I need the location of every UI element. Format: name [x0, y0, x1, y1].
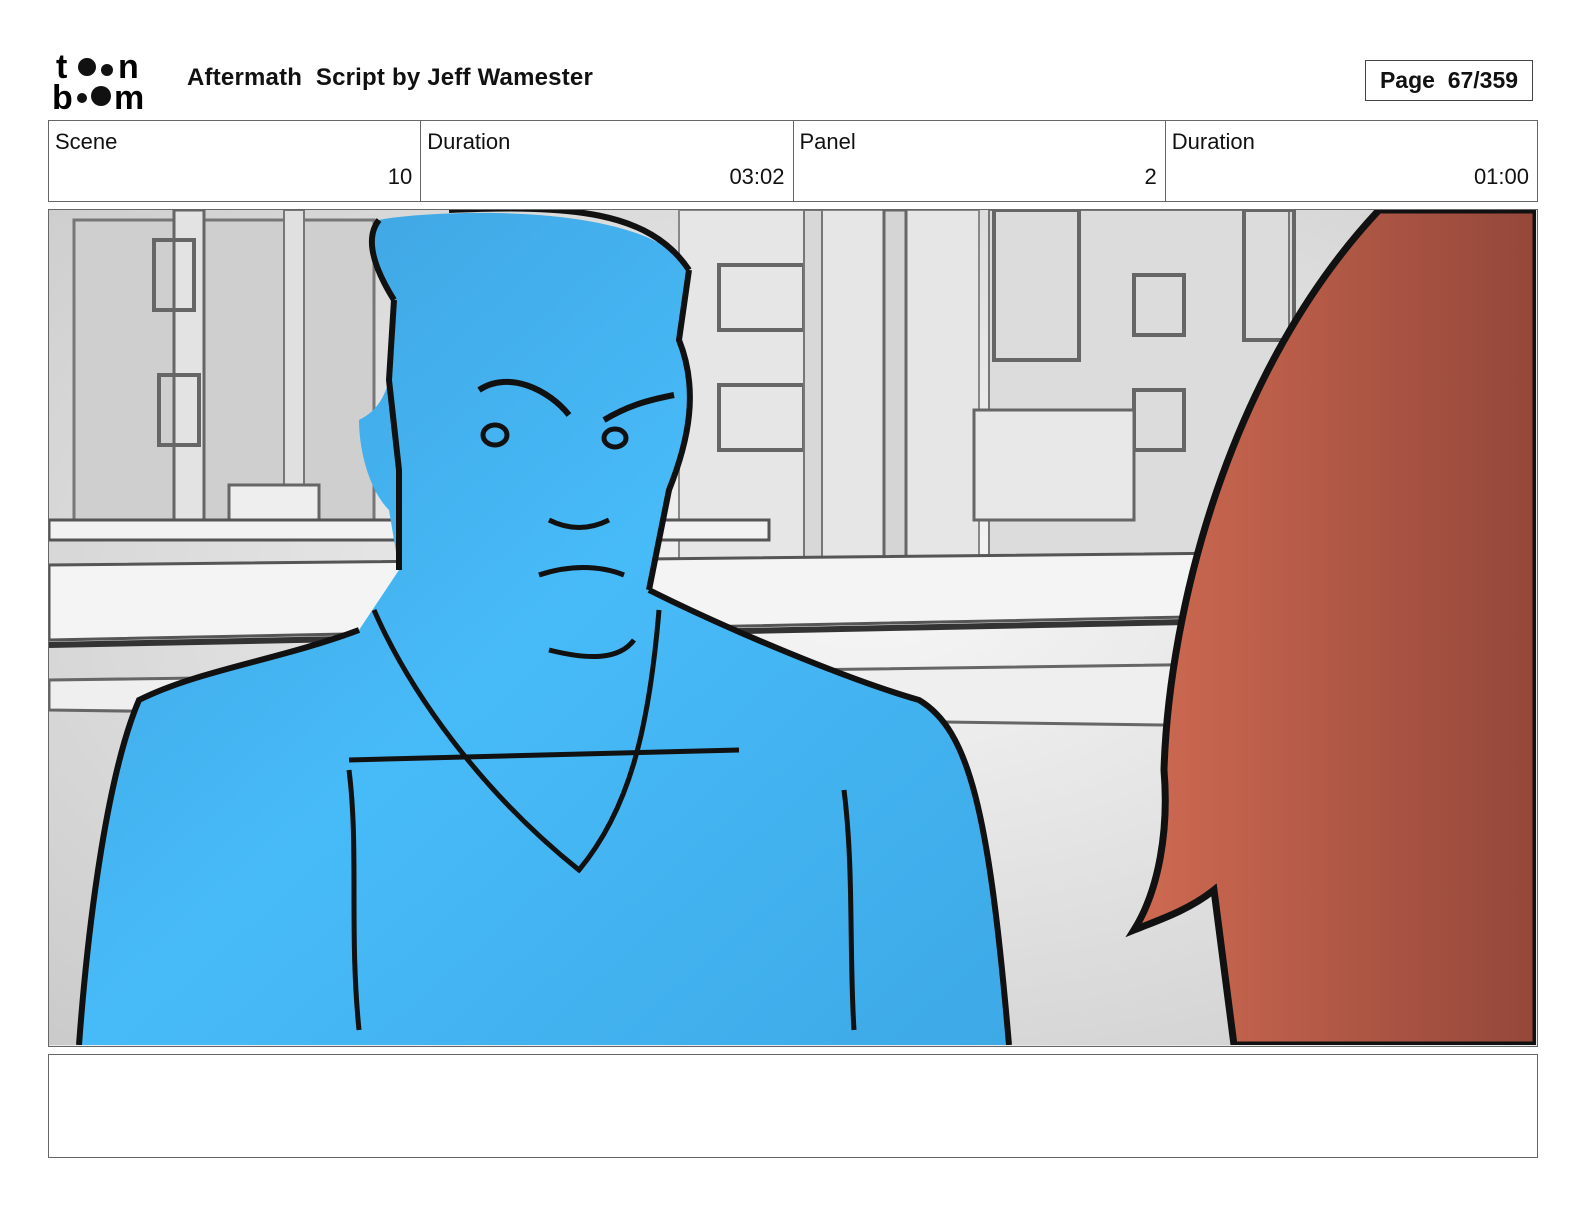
scene-duration-label: Duration: [427, 129, 511, 154]
panel-notes-box: [48, 1054, 1538, 1158]
page-indicator: Page 67/359: [1365, 60, 1533, 101]
panel-duration-cell: Duration 01:00: [1166, 121, 1537, 201]
scene-cell: Scene 10: [49, 121, 422, 201]
storyboard-title: Aftermath Script by Jeff Wamester: [187, 64, 594, 91]
scene-info-table: Scene 10 Duration 03:02 Panel 2 Duration…: [48, 120, 1538, 202]
panel-cell: Panel 2: [794, 121, 1166, 201]
panel-duration-label: Duration: [1171, 129, 1255, 154]
panel-duration-value: 01:00: [1473, 164, 1529, 189]
svg-text:m: m: [114, 79, 144, 112]
storyboard-panel-image: [48, 209, 1538, 1047]
svg-text:b: b: [52, 79, 73, 112]
toon-boom-logo: t n b m: [52, 50, 144, 112]
panel-value: 2: [1144, 164, 1157, 189]
scene-value: 10: [387, 164, 413, 189]
scene-duration-cell: Duration 03:02: [421, 121, 794, 201]
scene-label: Scene: [55, 129, 118, 154]
scene-duration-value: 03:02: [729, 164, 785, 189]
panel-label: Panel: [799, 129, 856, 154]
